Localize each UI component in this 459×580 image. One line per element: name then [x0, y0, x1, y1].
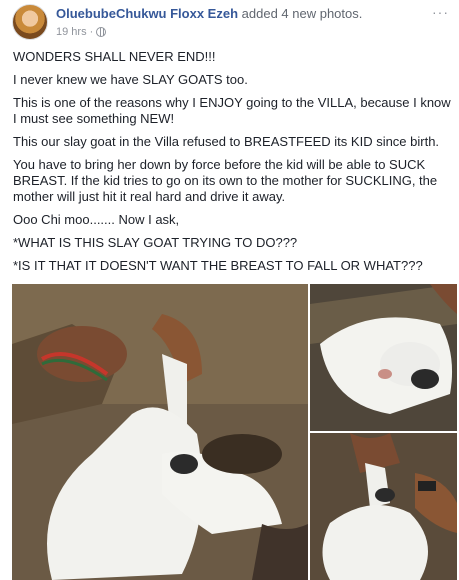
- photo-2[interactable]: [310, 284, 457, 431]
- author-line: OluebubeChukwu Floxx Ezeh added 4 new ph…: [56, 6, 362, 22]
- post-paragraph: This our slay goat in the Villa refused …: [13, 134, 440, 149]
- author-name-link[interactable]: OluebubeChukwu Floxx Ezeh: [56, 6, 238, 21]
- post-meta: 19 hrs ·: [56, 26, 107, 38]
- post-action-text: added 4 new photos.: [241, 6, 363, 21]
- post-paragraph: Ooo Chi moo....... Now I ask,: [13, 212, 180, 227]
- photo-grid: [12, 284, 459, 580]
- post-paragraph: *WHAT IS THIS SLAY GOAT TRYING TO DO???: [13, 235, 298, 250]
- timestamp-link[interactable]: 19 hrs: [56, 26, 87, 38]
- post-paragraph: *IS IT THAT IT DOESN'T WANT THE BREAST T…: [13, 258, 423, 273]
- photo-3[interactable]: [310, 433, 457, 580]
- more-options-icon[interactable]: ···: [432, 4, 449, 20]
- post-paragraph: WONDERS SHALL NEVER END!!!: [13, 49, 216, 64]
- post-header: OluebubeChukwu Floxx Ezeh added 4 new ph…: [0, 0, 459, 44]
- avatar[interactable]: [12, 4, 48, 40]
- meta-separator: ·: [89, 26, 94, 38]
- globe-icon[interactable]: [96, 27, 107, 37]
- post-paragraph: I never knew we have SLAY GOATS too.: [13, 72, 248, 87]
- photo-main[interactable]: [12, 284, 308, 580]
- post-paragraph: You have to bring her down by force befo…: [13, 157, 438, 204]
- post-body: WONDERS SHALL NEVER END!!! I never knew …: [13, 49, 453, 281]
- post-paragraph: This is one of the reasons why I ENJOY g…: [13, 95, 451, 126]
